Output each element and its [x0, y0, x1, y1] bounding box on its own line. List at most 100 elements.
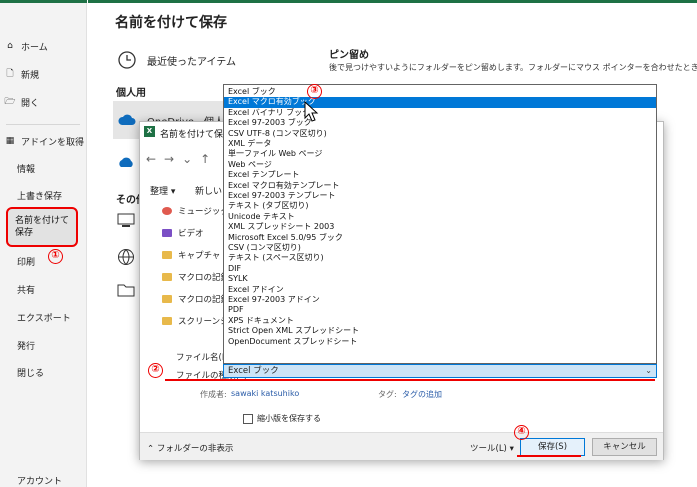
filetype-selected: Excel ブック — [228, 366, 279, 376]
tree-item-music[interactable]: ミュージック — [162, 202, 229, 220]
tag-label: タグ: — [378, 390, 397, 399]
step-marker-3: ③ — [307, 84, 322, 99]
dialog-title: 名前を付けて保存 — [160, 130, 233, 140]
pc-icon — [117, 213, 135, 232]
cloud-icon — [118, 114, 136, 125]
nav-item-saveas[interactable]: 名前を付けて保存 — [6, 207, 78, 247]
nav-divider — [6, 124, 80, 125]
home-icon: ⌂ — [7, 41, 13, 51]
filetype-option[interactable]: OpenDocument スプレッドシート — [224, 337, 656, 347]
filetype-option[interactable]: XML データ — [224, 139, 656, 149]
cancel-button[interactable]: キャンセル — [592, 438, 657, 456]
save-highlight-underline — [517, 455, 581, 457]
filetype-option[interactable]: CSV UTF-8 (コンマ区切り) — [224, 129, 656, 139]
chevron-down-icon: ⌄ — [645, 366, 652, 375]
grid-icon: ▦ — [5, 136, 15, 146]
folder-icon — [162, 295, 172, 303]
nav-item-info[interactable]: 情報 — [0, 156, 87, 180]
folder-icon — [117, 283, 135, 300]
nav-label: 印刷 — [17, 257, 36, 268]
location-label: 最近使ったアイテム — [147, 56, 236, 68]
save-button[interactable]: 保存(S) — [520, 438, 585, 456]
nav-label: アドインを取得 — [21, 137, 85, 148]
tree-label: キャプチャ — [178, 251, 221, 261]
filetype-option[interactable]: Strict Open XML スプレッドシート — [224, 326, 656, 336]
thumbnail-checkbox[interactable] — [243, 413, 253, 424]
filetype-option[interactable]: Excel 97-2003 ブック — [224, 118, 656, 128]
nav-item-publish[interactable]: 発行 — [0, 333, 87, 357]
folder-open-icon: 🗁 — [4, 97, 16, 107]
nav-label: 開く — [21, 98, 40, 109]
nav-label: 共有 — [17, 285, 36, 296]
folder-icon — [162, 251, 172, 259]
step-marker-1: ① — [48, 249, 63, 264]
filetype-option[interactable]: XPS ドキュメント — [224, 316, 656, 326]
excel-icon: X — [144, 126, 155, 137]
dialog-nav-arrows[interactable]: ←→⌄↑ — [146, 152, 218, 166]
filetype-combobox[interactable]: Excel ブック ⌄ — [223, 364, 657, 378]
filetype-option[interactable]: Excel 97-2003 アドイン — [224, 295, 656, 305]
nav-item-addins[interactable]: ▦ アドインを取得 — [0, 129, 87, 153]
author-label: 作成者: — [200, 390, 227, 399]
video-icon — [162, 229, 172, 237]
filetype-option[interactable]: CSV (コンマ区切り) — [224, 243, 656, 253]
filetype-dropdown-list: Excel ブック Excel マクロ有効ブック Excel バイナリ ブック Exc… — [223, 84, 657, 364]
nav-top-accent — [0, 0, 87, 3]
filetype-option[interactable]: テキスト (スペース区切り) — [224, 253, 656, 263]
nav-item-home[interactable]: ⌂ ホーム — [0, 34, 87, 58]
tree-item-capture[interactable]: キャプチャ — [162, 246, 220, 264]
hide-folders-toggle[interactable]: ⌃ フォルダーの非表示 — [147, 442, 233, 454]
nav-item-account[interactable]: アカウント — [0, 468, 87, 487]
nav-item-share[interactable]: 共有 — [0, 277, 87, 301]
filetype-option[interactable]: Microsoft Excel 5.0/95 ブック — [224, 233, 656, 243]
nav-item-export[interactable]: エクスポート — [0, 305, 87, 329]
filetype-option[interactable]: Excel バイナリ ブック — [224, 108, 656, 118]
filetype-option[interactable]: テキスト (タブ区切り) — [224, 201, 656, 211]
tree-item-video[interactable]: ビデオ — [162, 224, 204, 242]
tools-menu[interactable]: ツール(L) ▾ — [470, 442, 514, 454]
filetype-option[interactable]: Excel マクロ有効ブック — [224, 97, 656, 108]
thumbnail-checkbox-row[interactable]: 縮小版を保存する — [243, 413, 321, 424]
nav-label: 閉じる — [17, 368, 45, 379]
page-title: 名前を付けて保存 — [115, 15, 227, 31]
nav-label: 発行 — [17, 341, 36, 352]
thumbnail-label: 縮小版を保存する — [257, 414, 321, 423]
filetype-option[interactable]: 単一ファイル Web ページ — [224, 149, 656, 159]
filetype-option[interactable]: Excel 97-2003 テンプレート — [224, 191, 656, 201]
filetype-highlight-underline — [165, 379, 655, 381]
tools-label: ツール(L) — [470, 444, 507, 454]
filetype-option[interactable]: Excel テンプレート — [224, 170, 656, 180]
nav-label: 上書き保存 — [17, 191, 63, 202]
window-top-accent — [88, 0, 697, 3]
nav-label: ホーム — [21, 42, 48, 53]
filetype-option[interactable]: Web ページ — [224, 160, 656, 170]
folder-icon — [162, 317, 172, 325]
location-recent[interactable]: 最近使ったアイテム — [113, 45, 301, 75]
nav-item-close[interactable]: 閉じる — [0, 360, 87, 384]
nav-item-new[interactable]: 🗋 新規 — [0, 62, 87, 86]
nav-label: 名前を付けて保存 — [15, 216, 70, 238]
backstage-nav: ⌂ ホーム 🗋 新規 🗁 開く ▦ アドインを取得 情報 上書き保存 名前を付け… — [0, 0, 87, 487]
pin-description: 後で見つけやすいようにフォルダーをピン留めします。フォルダーにマウス ポインター… — [329, 63, 697, 72]
nav-label: 新規 — [21, 70, 40, 81]
filetype-option[interactable]: Unicode テキスト — [224, 212, 656, 222]
organize-button[interactable]: 整理 ▾ — [150, 184, 175, 197]
filetype-option[interactable]: SYLK — [224, 274, 656, 284]
step-marker-4: ④ — [514, 425, 529, 440]
clock-icon — [118, 51, 136, 69]
author-value[interactable]: sawaki katsuhiko — [231, 389, 299, 398]
filetype-option[interactable]: XML スプレッドシート 2003 — [224, 222, 656, 232]
filetype-option[interactable]: PDF — [224, 305, 656, 315]
filetype-option[interactable]: Excel マクロ有効テンプレート — [224, 181, 656, 191]
nav-item-overwrite[interactable]: 上書き保存 — [0, 183, 87, 207]
hide-folders-label: フォルダーの非表示 — [156, 444, 234, 454]
filetype-option[interactable]: Excel ブック — [224, 87, 656, 97]
nav-item-print[interactable]: 印刷 — [0, 249, 87, 273]
section-personal: 個人用 — [116, 88, 146, 99]
tag-add-link[interactable]: タグの追加 — [402, 389, 442, 400]
mouse-pointer-icon — [304, 101, 319, 122]
filetype-option[interactable]: DIF — [224, 264, 656, 274]
dialog-footer: ⌃ フォルダーの非表示 ツール(L) ▾ 保存(S) キャンセル — [140, 432, 663, 460]
nav-item-open[interactable]: 🗁 開く — [0, 90, 87, 114]
filetype-option[interactable]: Excel アドイン — [224, 285, 656, 295]
